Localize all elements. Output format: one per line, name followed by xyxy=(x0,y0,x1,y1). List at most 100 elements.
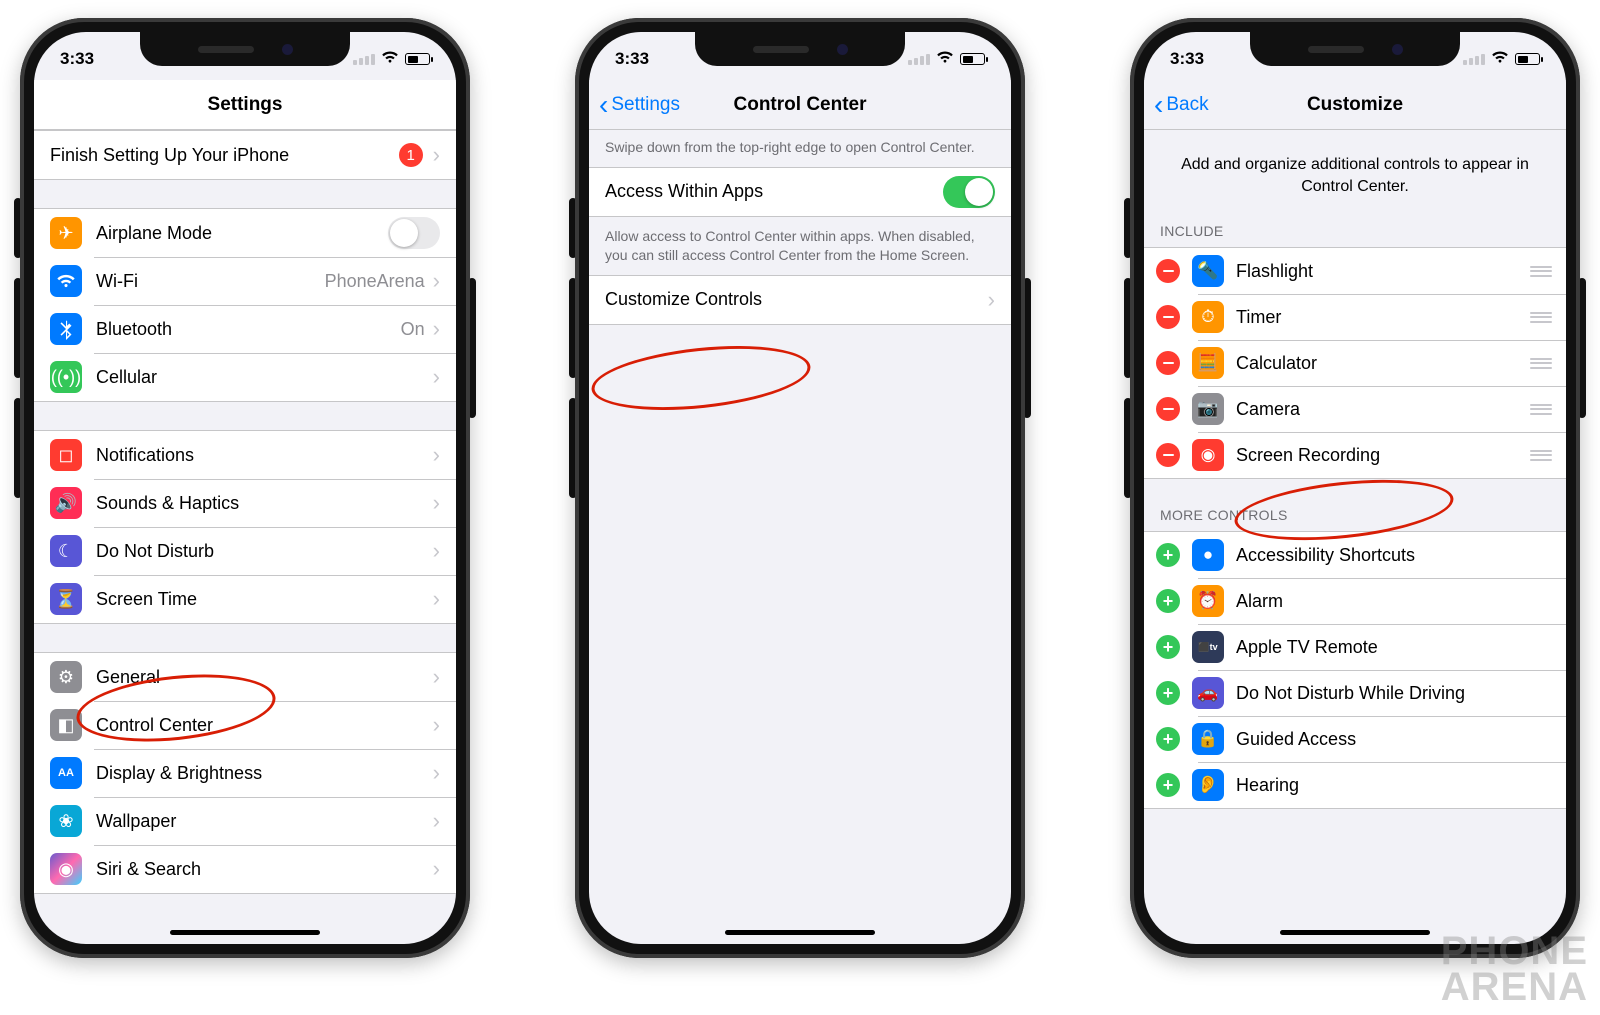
page-title: Control Center xyxy=(734,94,867,116)
bluetooth-label: Bluetooth xyxy=(96,319,401,340)
battery-icon xyxy=(405,53,430,65)
drag-handle[interactable] xyxy=(1530,266,1552,277)
sounds-row[interactable]: 🔊 Sounds & Haptics › xyxy=(34,479,456,527)
notifications-row[interactable]: ◻︎ Notifications › xyxy=(34,431,456,479)
add-button[interactable]: + xyxy=(1156,727,1180,751)
cellular-row[interactable]: ((•)) Cellular › xyxy=(34,353,456,401)
item-label: Hearing xyxy=(1236,775,1552,796)
airplane-mode-row[interactable]: ✈︎ Airplane Mode xyxy=(34,209,456,257)
wifi-label: Wi-Fi xyxy=(96,271,325,292)
sounds-label: Sounds & Haptics xyxy=(96,493,433,514)
item-label: Screen Recording xyxy=(1236,445,1530,466)
add-button[interactable]: + xyxy=(1156,635,1180,659)
chevron-right-icon: › xyxy=(433,856,440,882)
remove-button[interactable] xyxy=(1156,259,1180,283)
remove-button[interactable] xyxy=(1156,305,1180,329)
more-item-apple-tv-remote[interactable]: +⬛tvApple TV Remote xyxy=(1144,624,1566,670)
add-button[interactable]: + xyxy=(1156,681,1180,705)
sounds-icon: 🔊 xyxy=(50,487,82,519)
drag-handle[interactable] xyxy=(1530,312,1552,323)
siri-row[interactable]: ◉ Siri & Search › xyxy=(34,845,456,893)
bluetooth-icon xyxy=(50,313,82,345)
include-item-flashlight[interactable]: 🔦Flashlight xyxy=(1144,248,1566,294)
general-row[interactable]: ⚙︎ General › xyxy=(34,653,456,701)
dnd-row[interactable]: ☾ Do Not Disturb › xyxy=(34,527,456,575)
caption-text: Add and organize additional controls to … xyxy=(1144,130,1566,215)
add-button[interactable]: + xyxy=(1156,773,1180,797)
more-item-hearing[interactable]: +👂Hearing xyxy=(1144,762,1566,808)
home-indicator[interactable] xyxy=(1280,930,1430,935)
more-controls-header: MORE CONTROLS xyxy=(1144,499,1566,531)
remove-button[interactable] xyxy=(1156,397,1180,421)
wallpaper-icon: ❀ xyxy=(50,805,82,837)
screen-time-row[interactable]: ⏳ Screen Time › xyxy=(34,575,456,623)
phone-settings: 3:33 Settings Finish Settin xyxy=(20,18,470,958)
remove-button[interactable] xyxy=(1156,443,1180,467)
include-item-screen-recording[interactable]: ◉ Screen Recording xyxy=(1144,432,1566,478)
airplane-mode-toggle[interactable] xyxy=(388,217,440,249)
timer-icon: ⏱ xyxy=(1192,301,1224,333)
chevron-right-icon: › xyxy=(433,316,440,342)
more-item-guided-access[interactable]: +🔒Guided Access xyxy=(1144,716,1566,762)
wallpaper-row[interactable]: ❀ Wallpaper › xyxy=(34,797,456,845)
airplane-mode-label: Airplane Mode xyxy=(96,223,388,244)
home-indicator[interactable] xyxy=(170,930,320,935)
finish-setup-label: Finish Setting Up Your iPhone xyxy=(50,145,399,166)
status-time: 3:33 xyxy=(1170,49,1204,69)
chevron-right-icon: › xyxy=(433,268,440,294)
cellular-signal-icon xyxy=(1463,54,1485,65)
back-button[interactable]: ‹ Settings xyxy=(599,80,680,129)
home-indicator[interactable] xyxy=(725,930,875,935)
item-label: Do Not Disturb While Driving xyxy=(1236,683,1552,704)
notifications-label: Notifications xyxy=(96,445,433,466)
include-item-timer[interactable]: ⏱Timer xyxy=(1144,294,1566,340)
more-item-alarm[interactable]: +⏰Alarm xyxy=(1144,578,1566,624)
item-label: Calculator xyxy=(1236,353,1530,374)
status-time: 3:33 xyxy=(60,49,94,69)
control-center-icon: ◧ xyxy=(50,709,82,741)
include-item-camera[interactable]: 📷 Camera xyxy=(1144,386,1566,432)
wifi-row[interactable]: Wi-Fi PhoneArena › xyxy=(34,257,456,305)
drag-handle[interactable] xyxy=(1530,450,1552,461)
display-icon: AA xyxy=(50,757,82,789)
add-button[interactable]: + xyxy=(1156,543,1180,567)
bluetooth-row[interactable]: Bluetooth On › xyxy=(34,305,456,353)
item-label: Accessibility Shortcuts xyxy=(1236,545,1552,566)
remove-button[interactable] xyxy=(1156,351,1180,375)
access-toggle[interactable] xyxy=(943,176,995,208)
display-row[interactable]: AA Display & Brightness › xyxy=(34,749,456,797)
chevron-right-icon: › xyxy=(433,712,440,738)
caption-text: Allow access to Control Center within ap… xyxy=(589,221,1011,275)
wifi-icon xyxy=(381,50,399,68)
drag-handle[interactable] xyxy=(1530,358,1552,369)
screen-recording-icon: ◉ xyxy=(1192,439,1224,471)
back-label: Back xyxy=(1166,94,1208,116)
chevron-right-icon: › xyxy=(988,287,995,313)
wifi-icon xyxy=(936,50,954,68)
back-label: Settings xyxy=(611,94,680,116)
finish-setup-row[interactable]: Finish Setting Up Your iPhone 1 › xyxy=(34,131,456,179)
dnd-driving-icon: 🚗 xyxy=(1192,677,1224,709)
item-label: Apple TV Remote xyxy=(1236,637,1552,658)
access-within-apps-row[interactable]: Access Within Apps xyxy=(589,168,1011,216)
customize-controls-row[interactable]: Customize Controls › xyxy=(589,276,1011,324)
drag-handle[interactable] xyxy=(1530,404,1552,415)
nav-header: Settings xyxy=(34,80,456,130)
back-button[interactable]: ‹ Back xyxy=(1154,80,1209,129)
chevron-right-icon: › xyxy=(433,760,440,786)
include-item-calculator[interactable]: 🧮 Calculator xyxy=(1144,340,1566,386)
status-time: 3:33 xyxy=(615,49,649,69)
chevron-right-icon: › xyxy=(433,490,440,516)
chevron-right-icon: › xyxy=(433,442,440,468)
wifi-settings-icon xyxy=(50,265,82,297)
calculator-icon: 🧮 xyxy=(1192,347,1224,379)
add-button[interactable]: + xyxy=(1156,589,1180,613)
item-label: Camera xyxy=(1236,399,1530,420)
cellular-label: Cellular xyxy=(96,367,433,388)
more-item-accessibility[interactable]: +●Accessibility Shortcuts xyxy=(1144,532,1566,578)
control-center-row[interactable]: ◧ Control Center › xyxy=(34,701,456,749)
camera-icon: 📷 xyxy=(1192,393,1224,425)
more-item-dnd-driving[interactable]: + 🚗 Do Not Disturb While Driving xyxy=(1144,670,1566,716)
nav-header: ‹ Settings Control Center xyxy=(589,80,1011,130)
wifi-value: PhoneArena xyxy=(325,271,425,292)
